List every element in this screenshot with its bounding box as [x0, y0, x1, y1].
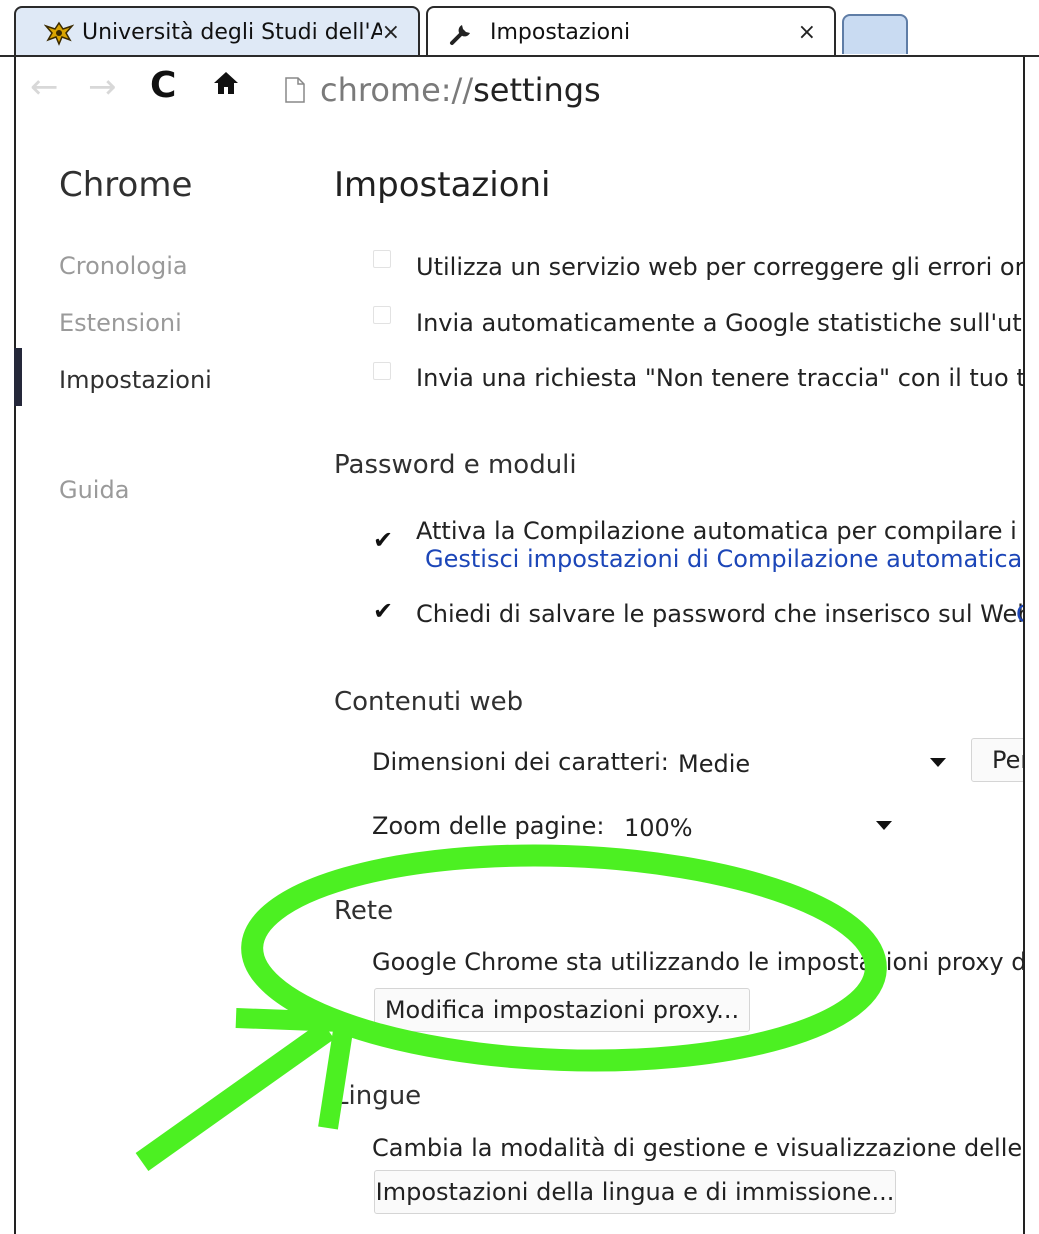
tab-title: Impostazioni — [490, 20, 631, 45]
dropdown-arrow-icon[interactable] — [876, 821, 892, 830]
customize-fonts-button[interactable]: Per — [971, 738, 1023, 782]
language-settings-button[interactable]: Impostazioni della lingua e di immission… — [374, 1170, 896, 1214]
checkbox-do-not-track[interactable] — [373, 362, 391, 380]
university-crest-icon — [43, 20, 75, 46]
checkbox-label: Invia una richiesta "Non tenere traccia"… — [416, 364, 1023, 392]
tab-close-icon[interactable]: × — [798, 20, 816, 45]
window-right-border — [1023, 57, 1025, 1234]
checkmark-icon: ✔ — [373, 526, 394, 554]
zoom-label: Zoom delle pagine: — [372, 812, 605, 840]
checkbox-usage-stats[interactable] — [373, 306, 391, 324]
manage-autofill-link[interactable]: Gestisci impostazioni di Compilazione au… — [425, 545, 1022, 573]
section-title-network: Rete — [334, 896, 394, 926]
manage-passwords-link[interactable]: G — [1016, 600, 1023, 628]
checkbox-label: Chiedi di salvare le password che inseri… — [416, 600, 1023, 628]
section-title-web-content: Contenuti web — [334, 687, 524, 717]
network-description: Google Chrome sta utilizzando le imposta… — [372, 948, 1023, 976]
change-proxy-button[interactable]: Modifica impostazioni proxy... — [374, 988, 750, 1032]
wrench-icon — [448, 19, 476, 47]
checkbox-label: Utilizza un servizio web per correggere … — [416, 253, 1023, 281]
browser-window: Università degli Studi dell'Aq × Imposta… — [0, 0, 1039, 1234]
tab-impostazioni[interactable]: Impostazioni × — [426, 6, 836, 57]
page-title: Impostazioni — [334, 165, 551, 205]
settings-content: Impostazioni Utilizza un servizio web pe… — [0, 57, 1023, 1234]
tab-close-icon[interactable]: × — [382, 20, 400, 45]
checkbox-label: Invia automaticamente a Google statistic… — [416, 309, 1023, 337]
font-size-select[interactable]: Medie — [678, 750, 750, 778]
checkbox-spelling[interactable] — [373, 250, 391, 268]
dropdown-arrow-icon[interactable] — [930, 758, 946, 767]
checkmark-icon: ✔ — [373, 597, 394, 625]
font-size-label: Dimensioni dei caratteri: — [372, 748, 669, 776]
new-tab-button[interactable] — [842, 14, 908, 54]
tab-universita[interactable]: Università degli Studi dell'Aq × — [14, 6, 420, 57]
checkbox-label: Attiva la Compilazione automatica per co… — [416, 517, 1023, 545]
section-title-languages: Lingue — [334, 1081, 422, 1111]
section-title-passwords: Password e moduli — [334, 450, 577, 480]
tab-title: Università degli Studi dell'Aq — [82, 20, 382, 45]
languages-description: Cambia la modalità di gestione e visuali… — [372, 1134, 1023, 1162]
zoom-select[interactable]: 100% — [624, 814, 693, 842]
tab-strip: Università degli Studi dell'Aq × Imposta… — [0, 0, 1039, 57]
